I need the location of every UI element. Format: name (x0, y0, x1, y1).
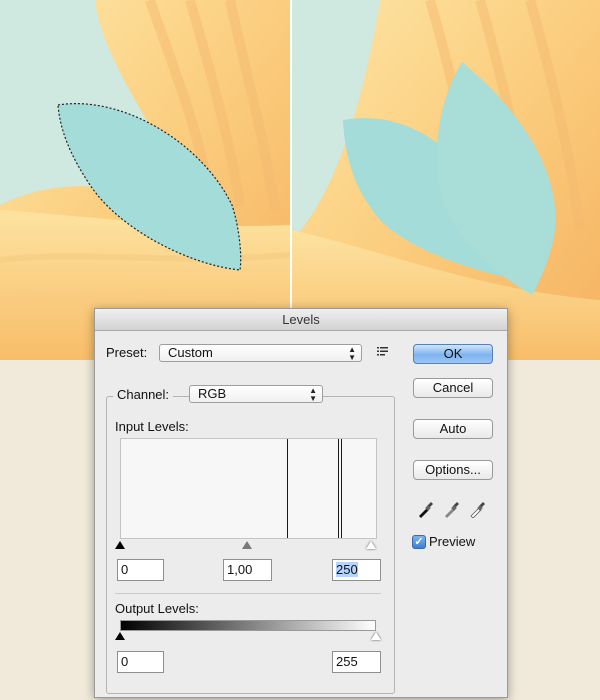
section-divider (115, 593, 381, 594)
output-white-slider-handle[interactable] (371, 632, 381, 640)
left-panel-artwork (0, 0, 291, 360)
gray-eyedropper-icon[interactable] (443, 500, 461, 518)
cancel-button[interactable]: Cancel (413, 378, 493, 398)
input-midtone-field[interactable]: 1,00 (223, 559, 272, 581)
black-eyedropper-icon[interactable] (417, 500, 435, 518)
input-black-field[interactable]: 0 (117, 559, 164, 581)
output-white-field[interactable]: 255 (332, 651, 381, 673)
preset-label: Preset: (106, 345, 148, 360)
preset-select[interactable]: Custom ▲ ▼ (159, 344, 362, 362)
ok-button[interactable]: OK (413, 344, 493, 364)
output-gradient-bar (120, 620, 376, 631)
select-arrows-icon: ▲ ▼ (348, 345, 356, 362)
histogram-bar (341, 439, 342, 538)
preview-label[interactable]: Preview (429, 534, 475, 549)
histogram (120, 438, 377, 539)
output-black-field[interactable]: 0 (117, 651, 164, 673)
input-white-slider-handle[interactable] (366, 541, 376, 549)
input-white-value: 250 (336, 562, 358, 577)
select-arrows-icon: ▲ ▼ (309, 386, 317, 403)
preview-checkbox[interactable]: ✓ (412, 535, 426, 549)
auto-button[interactable]: Auto (413, 419, 493, 439)
input-white-field[interactable]: 250 (332, 559, 381, 581)
histogram-bar (338, 439, 339, 538)
output-black-slider-handle[interactable] (115, 632, 125, 640)
levels-dialog: Levels Preset: Custom ▲ ▼ OK Cancel Auto … (94, 308, 508, 698)
input-levels-label: Input Levels: (115, 419, 189, 434)
white-eyedropper-icon[interactable] (469, 500, 487, 519)
preset-options-icon[interactable] (376, 344, 390, 358)
histogram-bar (287, 439, 288, 538)
channel-label: Channel: (113, 387, 174, 402)
output-levels-label: Output Levels: (115, 601, 199, 616)
dialog-title[interactable]: Levels (95, 309, 507, 331)
preset-value: Custom (168, 345, 213, 360)
channel-value: RGB (198, 386, 227, 401)
input-levels-slider (115, 541, 377, 551)
right-panel-artwork (290, 0, 600, 360)
input-midtone-slider-handle[interactable] (242, 541, 252, 549)
options-button[interactable]: Options... (413, 460, 493, 480)
input-black-slider-handle[interactable] (115, 541, 125, 549)
channel-select[interactable]: RGB ▲ ▼ (189, 385, 323, 403)
illustration-canvas (0, 0, 600, 360)
output-levels-slider (115, 632, 381, 642)
